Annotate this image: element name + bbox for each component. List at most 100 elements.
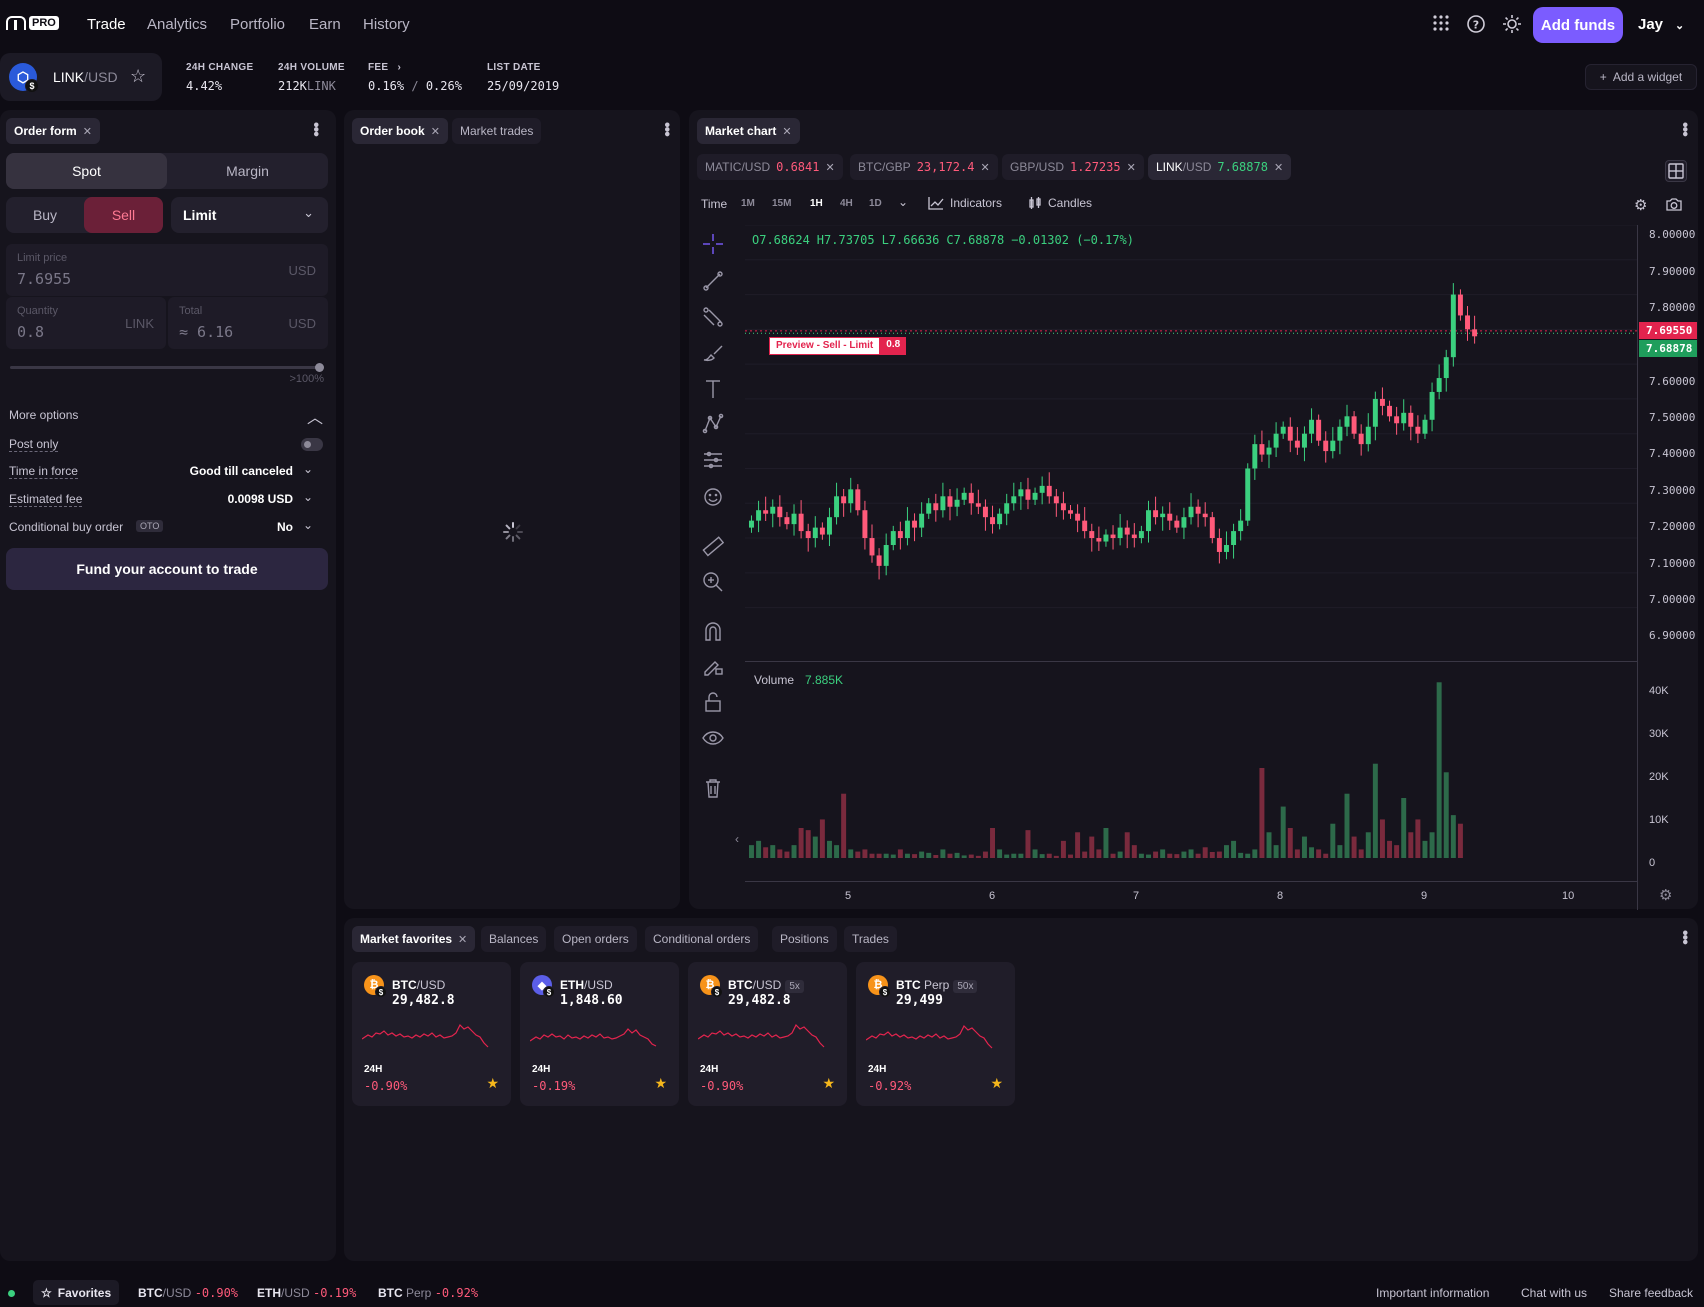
trend-line-tool-icon[interactable] bbox=[702, 270, 724, 292]
tab-conditional-orders[interactable]: Conditional orders bbox=[645, 926, 759, 952]
slider-handle[interactable] bbox=[315, 363, 324, 372]
favorite-star-icon[interactable]: ★ bbox=[822, 1075, 835, 1092]
tab-balances[interactable]: Balances bbox=[481, 926, 547, 952]
pattern-tool-icon[interactable] bbox=[702, 413, 724, 435]
important-info-link[interactable]: Important information bbox=[1376, 1286, 1489, 1300]
camera-snapshot-icon[interactable] bbox=[1665, 197, 1683, 215]
more-menu-icon[interactable]: ••• bbox=[1675, 122, 1693, 136]
kraken-pro-logo[interactable]: PRO bbox=[6, 16, 59, 30]
more-menu-icon[interactable]: ••• bbox=[1675, 930, 1693, 944]
tab-order-book[interactable]: Order book ✕ bbox=[352, 118, 448, 144]
margin-option[interactable]: Margin bbox=[167, 153, 328, 189]
candles-button[interactable]: Candles bbox=[1028, 196, 1092, 210]
add-funds-button[interactable]: Add funds bbox=[1533, 7, 1623, 43]
amount-slider[interactable] bbox=[10, 363, 324, 372]
favorite-card[interactable]: ₿ $ BTC Perp 50x 29,499 24H -0.92% ★ bbox=[856, 962, 1015, 1106]
text-tool-icon[interactable] bbox=[702, 378, 724, 400]
collapse-toolbar-chevron-icon[interactable]: ‹ bbox=[735, 832, 739, 846]
nav-trade[interactable]: Trade bbox=[87, 16, 126, 33]
zoom-in-tool-icon[interactable] bbox=[702, 571, 724, 593]
ruler-tool-icon[interactable] bbox=[702, 535, 724, 557]
theme-sun-icon[interactable] bbox=[1501, 14, 1523, 36]
brush-tool-icon[interactable] bbox=[702, 342, 724, 364]
order-preview-line-label[interactable]: Preview - Sell - Limit 0.8 bbox=[769, 337, 907, 355]
close-icon[interactable]: ✕ bbox=[458, 933, 467, 946]
close-icon[interactable]: ✕ bbox=[825, 161, 834, 174]
chat-link[interactable]: Chat with us bbox=[1521, 1286, 1587, 1300]
favorite-star-icon[interactable]: ★ bbox=[990, 1075, 1003, 1092]
chart-pair-tab[interactable]: MATIC/USD 0.6841 ✕ bbox=[697, 154, 843, 180]
axis-settings-gear-icon[interactable]: ⚙ bbox=[1659, 886, 1672, 904]
more-menu-icon[interactable]: ••• bbox=[657, 122, 675, 136]
fib-tool-icon[interactable] bbox=[702, 306, 724, 328]
help-icon[interactable]: ? bbox=[1465, 14, 1487, 36]
close-icon[interactable]: ✕ bbox=[83, 125, 92, 138]
favorite-star-icon[interactable]: ★ bbox=[654, 1075, 667, 1092]
post-only-toggle[interactable] bbox=[301, 438, 323, 451]
indicators-button[interactable]: Indicators bbox=[928, 196, 1002, 210]
favorite-star-icon[interactable]: ☆ bbox=[130, 66, 146, 87]
more-options-toggle[interactable]: More options ︿ bbox=[9, 406, 323, 427]
emoji-tool-icon[interactable] bbox=[702, 486, 724, 508]
favorite-star-icon[interactable]: ★ bbox=[486, 1075, 499, 1092]
timeframe-15m[interactable]: 15M bbox=[772, 198, 791, 209]
favorite-card[interactable]: ◆ $ ETH/USD 1,848.60 24H -0.19% ★ bbox=[520, 962, 679, 1106]
buy-option[interactable]: Buy bbox=[6, 197, 84, 233]
limit-price-field[interactable]: Limit price 7.6955 USD bbox=[6, 244, 328, 296]
timeframe-1d[interactable]: 1D bbox=[869, 198, 882, 209]
nav-history[interactable]: History bbox=[363, 16, 410, 33]
fund-account-button[interactable]: Fund your account to trade bbox=[6, 548, 328, 590]
sell-option[interactable]: Sell bbox=[84, 197, 163, 233]
total-input[interactable]: ≈ 6.16 bbox=[179, 323, 233, 341]
footer-ticker[interactable]: BTC Perp -0.92% bbox=[378, 1286, 478, 1300]
apps-grid-icon[interactable] bbox=[1430, 14, 1452, 36]
tab-trades[interactable]: Trades bbox=[844, 926, 897, 952]
chart-pair-tab[interactable]: BTC/GBP 23,172.4 ✕ bbox=[850, 154, 998, 180]
footer-ticker[interactable]: BTC/USD -0.90% bbox=[138, 1286, 238, 1300]
spot-option[interactable]: Spot bbox=[6, 153, 167, 189]
price-chart[interactable] bbox=[745, 225, 1637, 665]
layout-grid-icon[interactable] bbox=[1665, 160, 1687, 182]
nav-earn[interactable]: Earn bbox=[309, 16, 341, 33]
stat-fee-label[interactable]: FEE › bbox=[368, 62, 401, 73]
volume-chart[interactable] bbox=[745, 668, 1637, 878]
close-icon[interactable]: ✕ bbox=[1127, 161, 1136, 174]
tab-market-chart[interactable]: Market chart ✕ bbox=[697, 118, 800, 144]
favorite-card[interactable]: ₿ $ BTC/USD 29,482.8 24H -0.90% ★ bbox=[352, 962, 511, 1106]
pane-divider[interactable] bbox=[745, 661, 1637, 662]
lock-pencil-tool-icon[interactable] bbox=[702, 655, 724, 677]
magnet-tool-icon[interactable] bbox=[702, 620, 724, 642]
footer-ticker[interactable]: ETH/USD -0.19% bbox=[257, 1286, 356, 1300]
limit-price-input[interactable]: 7.6955 bbox=[17, 270, 71, 288]
chart-pair-tab-active[interactable]: LINK/USD 7.68878 ✕ bbox=[1148, 154, 1292, 180]
favorite-card[interactable]: ₿ $ BTC/USD 5x 29,482.8 24H -0.90% ★ bbox=[688, 962, 847, 1106]
tab-order-form[interactable]: Order form ✕ bbox=[6, 118, 100, 144]
eye-visibility-tool-icon[interactable] bbox=[702, 727, 724, 749]
timeframe-1h[interactable]: 1H bbox=[810, 198, 823, 209]
total-field[interactable]: Total ≈ 6.16 USD bbox=[168, 297, 328, 349]
timeframe-dropdown-chevron-icon[interactable]: ⌄ bbox=[898, 195, 908, 209]
close-icon[interactable]: ✕ bbox=[1274, 161, 1283, 174]
tab-open-orders[interactable]: Open orders bbox=[554, 926, 637, 952]
favorites-button[interactable]: ☆ Favorites bbox=[33, 1280, 120, 1305]
prediction-tool-icon[interactable] bbox=[702, 449, 724, 471]
add-widget-button[interactable]: + Add a widget bbox=[1585, 64, 1697, 90]
crosshair-tool-icon[interactable] bbox=[702, 233, 724, 255]
tab-market-trades[interactable]: Market trades bbox=[452, 118, 542, 144]
conditional-order-row[interactable]: Conditional buy order OTO No ⌄ bbox=[9, 517, 323, 537]
user-menu[interactable]: Jay ⌄ bbox=[1638, 16, 1684, 33]
nav-portfolio[interactable]: Portfolio bbox=[230, 16, 285, 33]
tab-positions[interactable]: Positions bbox=[772, 926, 837, 952]
timeframe-4h[interactable]: 4H bbox=[840, 198, 853, 209]
estimated-fee-row[interactable]: Estimated fee 0.0098 USD ⌄ bbox=[9, 489, 323, 509]
quantity-input[interactable]: 0.8 bbox=[17, 323, 44, 341]
timeframe-1m[interactable]: 1M bbox=[741, 198, 755, 209]
more-menu-icon[interactable]: ••• bbox=[306, 122, 324, 136]
feedback-link[interactable]: Share feedback bbox=[1609, 1286, 1693, 1300]
chart-pair-tab[interactable]: GBP/USD 1.27235 ✕ bbox=[1002, 154, 1144, 180]
trash-tool-icon[interactable] bbox=[702, 777, 724, 799]
time-in-force-row[interactable]: Time in force Good till canceled ⌄ bbox=[9, 461, 323, 481]
tab-market-favorites[interactable]: Market favorites ✕ bbox=[352, 926, 476, 952]
pair-selector[interactable]: ⬡ $ LINK/USD ☆ bbox=[0, 53, 162, 101]
nav-analytics[interactable]: Analytics bbox=[147, 16, 207, 33]
